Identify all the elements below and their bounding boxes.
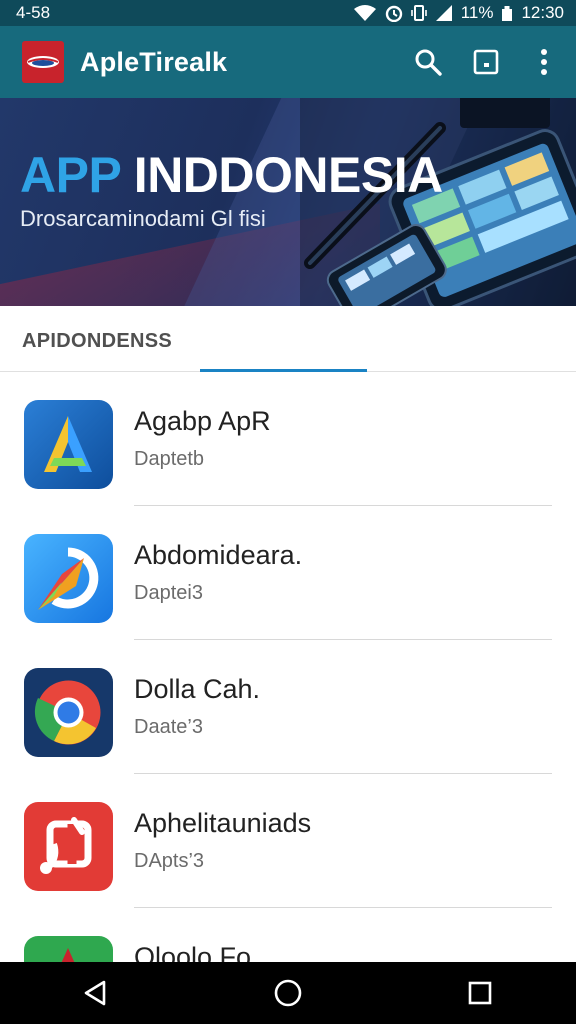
green-app-icon — [24, 936, 113, 962]
back-icon[interactable] — [66, 968, 126, 1018]
banner-title: APP INDDONESIA — [20, 146, 443, 204]
vibrate-icon — [410, 4, 427, 22]
tab-label[interactable]: APIDONDENSS — [22, 330, 172, 353]
promo-banner[interactable]: APP INDDONESIA Drosarcaminodami Gl fisi — [0, 98, 576, 306]
search-icon[interactable] — [410, 44, 446, 80]
app-logo-icon[interactable] — [22, 41, 64, 83]
app-name: Dolla Cah. — [134, 674, 261, 704]
banner-title-rest: INDDONESIA — [120, 147, 443, 203]
list-item[interactable]: Dolla Cah. Daate’3 — [0, 640, 576, 774]
banner-subtitle: Drosarcaminodami Gl fisi — [20, 206, 266, 231]
list-item[interactable]: Oloolo Fo — [0, 908, 576, 962]
alarm-icon — [385, 4, 403, 22]
signal-icon — [435, 4, 453, 22]
status-clock: 12:30 — [521, 3, 564, 22]
status-time-left: 4-58 — [16, 3, 51, 22]
app-name: Abdomideara. — [134, 540, 303, 570]
chrome-style-icon — [24, 668, 113, 757]
app-bar: ApleTirealk — [0, 26, 576, 98]
battery-percent: 11% — [460, 3, 494, 22]
list-item[interactable]: Agabp ApR Daptetb — [0, 372, 576, 506]
a-letter-icon — [24, 400, 113, 489]
banner-title-accent: APP — [20, 147, 121, 203]
music-note-icon — [24, 802, 113, 891]
home-icon[interactable] — [258, 968, 318, 1018]
wifi-icon — [353, 4, 377, 22]
app-name: Oloolo Fo — [134, 942, 252, 962]
list-item[interactable]: Abdomideara. Daptei3 — [0, 506, 576, 640]
compass-arrow-icon — [24, 534, 113, 623]
list-item[interactable]: Aphelitauniads DApts’3 — [0, 774, 576, 908]
status-bar: 4-58 11% 12:30 — [0, 0, 576, 26]
app-subtitle: Daptetb — [134, 448, 205, 470]
tab-bar: APIDONDENSS — [0, 306, 576, 372]
app-subtitle: Daate’3 — [134, 716, 203, 738]
app-list: Agabp ApR Daptetb Abdomideara. Daptei3 D… — [0, 372, 576, 962]
app-title: ApleTirealk — [80, 46, 228, 77]
recents-icon[interactable] — [450, 968, 510, 1018]
more-vert-icon[interactable] — [526, 44, 562, 80]
app-name: Aphelitauniads — [134, 808, 312, 838]
system-nav-bar — [0, 962, 576, 1024]
app-name: Agabp ApR — [134, 406, 271, 436]
battery-icon — [501, 4, 513, 22]
app-subtitle: Daptei3 — [134, 582, 203, 604]
window-icon[interactable] — [468, 44, 504, 80]
app-subtitle: DApts’3 — [134, 850, 205, 872]
status-icons: 11% 12:30 — [353, 3, 564, 23]
